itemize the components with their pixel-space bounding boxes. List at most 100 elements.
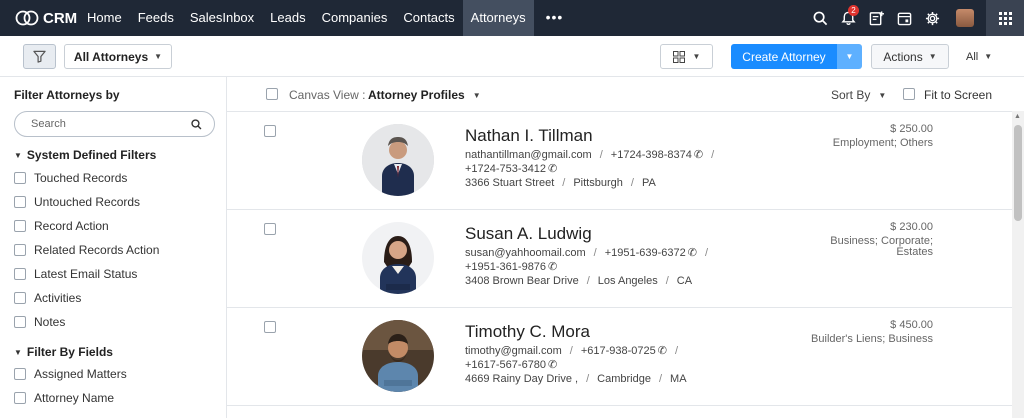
canvas-header: Canvas View : Attorney Profiles ▼ Sort By… <box>227 77 1024 112</box>
attorney-name[interactable]: Susan A. Ludwig <box>465 224 592 244</box>
user-avatar[interactable] <box>956 9 974 27</box>
nav-companies[interactable]: Companies <box>314 0 396 36</box>
street-text: 3366 Stuart Street <box>465 177 555 189</box>
phone-text[interactable]: +1951-361-9876 <box>465 261 546 273</box>
email-text[interactable]: nathantillman@gmail.com <box>465 149 592 161</box>
vertical-scrollbar[interactable]: ▲ <box>1012 111 1024 418</box>
add-record-icon[interactable] <box>862 0 890 36</box>
create-options-dropdown[interactable]: ▼ <box>837 44 862 69</box>
filter-attorney-name[interactable]: Attorney Name <box>14 391 114 405</box>
layout-switcher-dropdown[interactable]: ▼ <box>660 44 713 69</box>
sort-by-dropdown[interactable]: Sort By ▼ <box>831 88 886 102</box>
nav-more-button[interactable]: ••• <box>534 0 576 36</box>
record-checkbox[interactable] <box>264 223 276 235</box>
filter-related-records-action[interactable]: Related Records Action <box>14 243 159 257</box>
scrollbar-thumb[interactable] <box>1014 125 1022 221</box>
bell-icon[interactable]: 2 <box>834 0 862 36</box>
fit-to-screen-checkbox[interactable] <box>903 88 915 100</box>
filter-search-input[interactable]: Search <box>14 111 215 137</box>
actions-dropdown[interactable]: Actions ▼ <box>871 44 949 69</box>
separator: / <box>569 345 573 357</box>
phone-icon: ✆ <box>687 247 697 259</box>
crm-logo[interactable]: CRM <box>15 10 79 27</box>
city-text: Cambridge <box>597 373 651 385</box>
checkbox[interactable] <box>14 292 26 304</box>
system-filters-title: System Defined Filters <box>26 148 157 162</box>
phone-text[interactable]: +1951-639-6372 <box>605 247 686 259</box>
all-records-dropdown[interactable]: All ▼ <box>966 44 992 69</box>
create-attorney-button[interactable]: Create Attorney <box>731 44 837 69</box>
chevron-down-icon: ▼ <box>472 90 481 100</box>
canvas-view-dropdown[interactable]: Attorney Profiles ▼ <box>368 88 481 102</box>
apps-grid-icon[interactable] <box>986 0 1024 36</box>
view-selector-dropdown[interactable]: All Attorneys ▼ <box>64 44 172 69</box>
nav-home[interactable]: Home <box>79 0 130 36</box>
filter-latest-email-status[interactable]: Latest Email Status <box>14 267 137 281</box>
filter-label: Latest Email Status <box>34 267 138 281</box>
attorney-contact-info: timothy@gmail.com / +617-938-0725 ✆ / +1617-… <box>465 344 775 386</box>
checkbox[interactable] <box>14 196 26 208</box>
collapse-triangle-icon: ▼ <box>14 347 22 357</box>
checkbox[interactable] <box>14 368 26 380</box>
calendar-icon[interactable] <box>890 0 918 36</box>
search-icon <box>191 118 202 129</box>
record-card[interactable]: Timothy C. Mora timothy@gmail.com / +617-9… <box>227 308 1012 406</box>
fee-amount: $ 230.00 <box>890 221 933 233</box>
email-text[interactable]: timothy@gmail.com <box>465 345 562 357</box>
nav-feeds[interactable]: Feeds <box>130 0 182 36</box>
city-text: Los Angeles <box>597 275 658 287</box>
phone-text[interactable]: +1617-567-6780 <box>465 359 546 371</box>
filter-assigned-matters[interactable]: Assigned Matters <box>14 367 127 381</box>
phone-icon: ✆ <box>548 163 558 175</box>
email-text[interactable]: susan@yahhoomail.com <box>465 247 586 259</box>
attorney-name[interactable]: Nathan I. Tillman <box>465 126 593 146</box>
filter-toggle-button[interactable] <box>23 44 56 69</box>
nav-leads[interactable]: Leads <box>262 0 313 36</box>
city-text: Pittsburgh <box>573 177 623 189</box>
phone-text[interactable]: +1724-753-3412 <box>465 163 546 175</box>
gear-icon[interactable] <box>918 0 946 36</box>
checkbox[interactable] <box>14 172 26 184</box>
filter-icon <box>33 50 46 63</box>
sidebar-title: Filter Attorneys by <box>14 88 120 102</box>
filter-label: Record Action <box>34 219 109 233</box>
record-checkbox[interactable] <box>264 321 276 333</box>
separator: / <box>674 345 679 357</box>
field-filters-title: Filter By Fields <box>26 345 113 359</box>
filter-touched-records[interactable]: Touched Records <box>14 171 127 185</box>
separator: / <box>658 373 663 385</box>
field-filters-header[interactable]: ▼ Filter By Fields <box>14 345 113 359</box>
nav-attorneys[interactable]: Attorneys <box>462 0 534 36</box>
separator: / <box>630 177 634 189</box>
scroll-up-arrow-icon[interactable]: ▲ <box>1014 113 1021 120</box>
checkbox[interactable] <box>14 392 26 404</box>
checkbox[interactable] <box>14 316 26 328</box>
record-card[interactable]: Susan A. Ludwig susan@yahhoomail.com / +19… <box>227 210 1012 308</box>
chevron-down-icon: ▼ <box>878 90 887 100</box>
search-placeholder: Search <box>31 118 66 130</box>
search-icon[interactable] <box>806 0 834 36</box>
attorney-name[interactable]: Timothy C. Mora <box>465 322 590 342</box>
nav-salesinbox[interactable]: SalesInbox <box>182 0 262 36</box>
filter-untouched-records[interactable]: Untouched Records <box>14 195 140 209</box>
collapse-triangle-icon: ▼ <box>14 150 22 160</box>
checkbox[interactable] <box>14 220 26 232</box>
filter-record-action[interactable]: Record Action <box>14 219 109 233</box>
system-filters-header[interactable]: ▼ System Defined Filters <box>14 148 156 162</box>
phone-text[interactable]: +1724-398-8374 <box>611 149 692 161</box>
nav-contacts[interactable]: Contacts <box>395 0 462 36</box>
checkbox[interactable] <box>14 244 26 256</box>
record-card[interactable]: Nathan I. Tillman nathantillman@gmail.co… <box>227 112 1012 210</box>
phone-icon: ✆ <box>548 261 558 273</box>
canvas-view-value: Attorney Profiles <box>368 88 465 102</box>
select-all-checkbox[interactable] <box>266 88 278 100</box>
street-text: 4669 Rainy Day Drive , <box>465 373 579 385</box>
attorney-contact-info: nathantillman@gmail.com / +1724-398-8374 ✆ /… <box>465 148 775 190</box>
filter-activities[interactable]: Activities <box>14 291 81 305</box>
view-selector-label: All Attorneys <box>73 49 149 64</box>
crm-logo-icon <box>15 10 39 26</box>
checkbox[interactable] <box>14 268 26 280</box>
phone-text[interactable]: +617-938-0725 <box>581 345 656 357</box>
record-checkbox[interactable] <box>264 125 276 137</box>
filter-notes[interactable]: Notes <box>14 315 65 329</box>
